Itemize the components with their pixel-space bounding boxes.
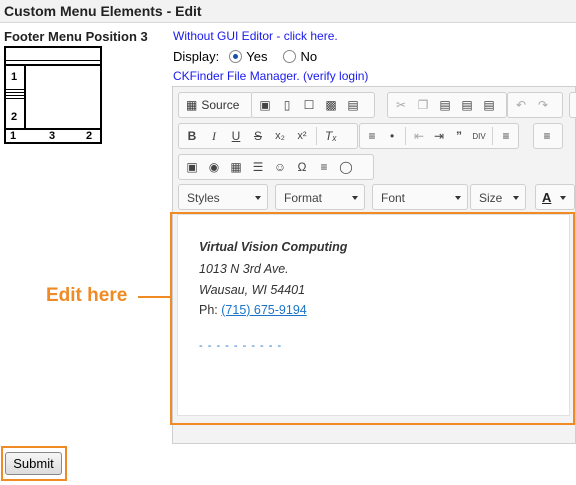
flash-icon[interactable]: ◉: [204, 157, 224, 177]
page-break-icon[interactable]: ≡: [314, 157, 334, 177]
diagram-number: 2: [86, 130, 93, 142]
paste-text-icon[interactable]: ▤: [457, 95, 477, 115]
display-yes-label: Yes: [246, 49, 268, 64]
display-label: Display:: [173, 49, 220, 64]
styles-dropdown[interactable]: Styles: [178, 184, 268, 210]
toolbar-group-basicstyles: B I U S x₂ x² Tₓ: [178, 123, 358, 149]
preview-icon[interactable]: ☐: [299, 95, 319, 115]
create-div-icon[interactable]: DIV: [470, 126, 488, 146]
page-title: Custom Menu Elements - Edit: [4, 3, 202, 19]
blockquote-icon[interactable]: ”: [450, 126, 468, 146]
chevron-down-icon: [255, 196, 261, 200]
toolbar-group-find: [569, 92, 576, 118]
copy-icon[interactable]: ❐: [413, 95, 433, 115]
edit-area-highlight: [170, 212, 575, 425]
toolbar-group-document: ▦ Source: [178, 92, 253, 118]
diagram-number: 1: [11, 71, 18, 83]
source-icon: ▦: [186, 98, 198, 112]
text-color-icon: A: [542, 190, 552, 205]
styles-dropdown-label: Styles: [187, 191, 220, 205]
align-left-icon[interactable]: ≡: [497, 126, 515, 146]
smiley-icon[interactable]: ☺: [270, 157, 290, 177]
source-label: Source: [201, 98, 240, 112]
new-page-icon[interactable]: ▯: [277, 95, 297, 115]
annotation-connector: [138, 296, 171, 298]
horizontal-line-icon[interactable]: ☰: [248, 157, 268, 177]
subscript-icon[interactable]: x₂: [270, 126, 290, 146]
bold-icon[interactable]: B: [182, 126, 202, 146]
increase-indent-icon[interactable]: ⇥: [430, 126, 448, 146]
toolbar-group-undo: ↶ ↷: [507, 92, 563, 118]
toolbar-group-clipboard: ✂ ❐ ▤ ▤ ▤: [387, 92, 507, 118]
display-yes-radio[interactable]: [229, 50, 243, 63]
chevron-down-icon: [560, 196, 566, 200]
undo-icon[interactable]: ↶: [511, 95, 531, 115]
print-icon[interactable]: ▩: [321, 95, 341, 115]
iframe-icon[interactable]: ◯: [336, 157, 356, 177]
image-icon[interactable]: ▣: [182, 157, 202, 177]
toolbar-group-file: ▣ ▯ ☐ ▩ ▤: [251, 92, 375, 118]
table-icon[interactable]: ▦: [226, 157, 246, 177]
decrease-indent-icon[interactable]: ⇤: [410, 126, 428, 146]
edit-here-annotation: Edit here: [46, 285, 128, 306]
menu-position-label: Footer Menu Position 3: [4, 29, 148, 44]
chevron-down-icon: [352, 196, 358, 200]
align-center-icon[interactable]: ≡: [537, 126, 557, 146]
bulleted-list-icon[interactable]: •: [383, 126, 401, 146]
underline-icon[interactable]: U: [226, 126, 246, 146]
toolbar-group-paragraph: ≡ • ⇤ ⇥ ” DIV ≡: [359, 123, 519, 149]
text-color-button[interactable]: A: [535, 184, 575, 210]
toolbar-group-align: ≡: [533, 123, 563, 149]
format-dropdown[interactable]: Format: [275, 184, 365, 210]
strikethrough-icon[interactable]: S: [248, 126, 268, 146]
paste-icon[interactable]: ▤: [435, 95, 455, 115]
diagram-number: 3: [49, 130, 56, 142]
format-dropdown-label: Format: [284, 191, 323, 205]
size-dropdown-label: Size: [479, 191, 503, 205]
submit-button[interactable]: Submit: [5, 452, 62, 475]
chevron-down-icon: [513, 196, 519, 200]
display-no-label: No: [300, 49, 318, 64]
italic-icon[interactable]: I: [204, 126, 224, 146]
without-gui-editor-link[interactable]: Without GUI Editor - click here.: [173, 29, 338, 43]
diagram-number: 2: [11, 111, 18, 123]
superscript-icon[interactable]: x²: [292, 126, 312, 146]
position-diagram: 1 2 1 3 2: [4, 46, 102, 144]
diagram-number: 1: [10, 130, 17, 142]
paste-word-icon[interactable]: ▤: [479, 95, 499, 115]
cut-icon[interactable]: ✂: [391, 95, 411, 115]
source-button[interactable]: ▦ Source: [182, 98, 243, 112]
templates-icon[interactable]: ▤: [343, 95, 363, 115]
display-option: Display: Yes No: [173, 49, 317, 64]
font-dropdown[interactable]: Font: [372, 184, 468, 210]
numbered-list-icon[interactable]: ≡: [363, 126, 381, 146]
remove-format-icon[interactable]: Tₓ: [321, 126, 341, 146]
toolbar-group-insert: ▣ ◉ ▦ ☰ ☺ Ω ≡ ◯: [178, 154, 374, 180]
size-dropdown[interactable]: Size: [470, 184, 526, 210]
redo-icon[interactable]: ↷: [533, 95, 553, 115]
save-icon[interactable]: ▣: [255, 95, 275, 115]
font-dropdown-label: Font: [381, 191, 406, 205]
ckfinder-link[interactable]: CKFinder File Manager. (verify login): [173, 69, 368, 83]
chevron-down-icon: [455, 196, 461, 200]
display-no-radio[interactable]: [283, 50, 297, 63]
special-character-icon[interactable]: Ω: [292, 157, 312, 177]
